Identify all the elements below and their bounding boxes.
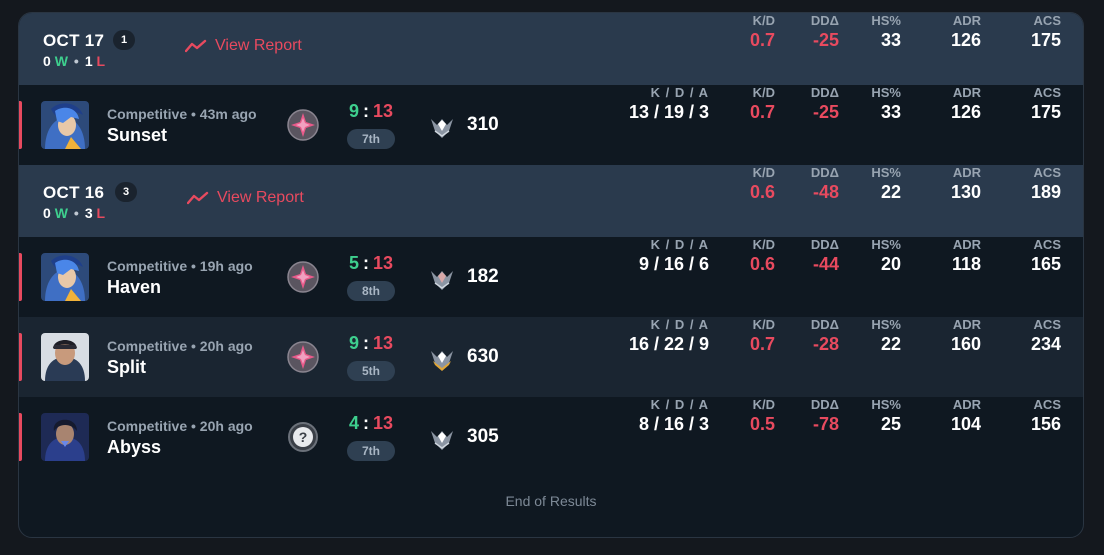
match-hs: HS% 33: [871, 85, 901, 122]
agent-avatar: [41, 333, 89, 381]
match-mode-time: Competitive • 43m ago: [107, 106, 257, 122]
day-acs: ACS 175: [1030, 13, 1061, 50]
rr-icon: [427, 263, 457, 293]
kda: K / D / A 13 / 19 / 3: [628, 85, 709, 122]
end-of-results: End of Results: [505, 493, 597, 509]
match-kd: K/D 0.5: [749, 397, 775, 434]
rr-icon: [427, 343, 457, 373]
kda: K / D / A9 / 16 / 6: [638, 237, 709, 274]
kda: K / D / A8 / 16 / 3: [638, 397, 709, 434]
match-row-sunset[interactable]: Competitive • 43m ago Sunset 9:13 7th 31…: [19, 85, 1083, 165]
trend-icon: [185, 39, 207, 53]
match-dd: DDΔ -78: [810, 397, 839, 434]
loss-indicator: [19, 413, 22, 461]
rank-icon: [287, 341, 319, 373]
match-mode-time: Competitive • 20h ago: [107, 338, 253, 354]
win-loss-summary: 0 W • 1 L: [43, 53, 106, 69]
match-adr: ADR 104: [950, 397, 981, 434]
match-acs: ACS 234: [1030, 317, 1061, 354]
day-kd: K/D 0.6: [749, 165, 775, 202]
match-count-badge: 1: [113, 30, 135, 50]
match-score: 9:13: [348, 101, 394, 121]
match-dd: DDΔ -28: [810, 317, 839, 354]
match-acs: ACS 175: [1030, 85, 1061, 122]
match-hs: HS% 20: [871, 237, 901, 274]
match-score: 9:13: [348, 333, 394, 353]
rank-icon: [287, 109, 319, 141]
day-adr: ADR 130: [950, 165, 981, 202]
match-kd: K/D 0.7: [749, 85, 775, 122]
map-name: Sunset: [107, 125, 168, 145]
map-name: Haven: [107, 277, 162, 297]
placement-badge: 5th: [347, 361, 395, 381]
loss-indicator: [19, 333, 22, 381]
map-name: Abyss: [107, 437, 162, 457]
match-kd: K/D 0.7: [749, 317, 775, 354]
win-loss-summary: 0 W • 3 L: [43, 205, 106, 221]
view-report-link[interactable]: View Report: [187, 189, 304, 207]
day-kd: K/D 0.7: [749, 13, 775, 50]
day-header-oct17: OCT 17 1 0 W • 1 L View Report K/D 0.7 DDΔ -…: [19, 13, 1083, 85]
match-history-panel: OCT 17 1 0 W • 1 L View Report K/D 0.7 DDΔ -…: [18, 12, 1084, 538]
match-row-split[interactable]: Competitive • 20h ago Split 9:13 5th 630…: [19, 317, 1083, 397]
match-mode-time: Competitive • 20h ago: [107, 418, 253, 434]
match-adr: ADR 118: [951, 237, 981, 274]
svg-text:?: ?: [299, 429, 308, 445]
map-name: Split: [107, 357, 146, 377]
match-row-abyss[interactable]: Competitive • 20h ago Abyss ? 4:13 7th 3…: [19, 397, 1083, 477]
rr-value: 630: [467, 346, 499, 367]
trend-icon: [187, 191, 209, 205]
day-hs: HS% 22: [871, 165, 901, 202]
loss-indicator: [19, 101, 22, 149]
agent-avatar: [41, 413, 89, 461]
day-acs: ACS 189: [1030, 165, 1061, 202]
day-date: OCT 16: [43, 183, 105, 202]
day-dd: DDΔ -48: [810, 165, 839, 202]
match-hs: HS% 22: [871, 317, 901, 354]
rr-value: 310: [467, 114, 499, 135]
rr-value: 305: [467, 426, 499, 447]
day-date: OCT 17: [43, 31, 105, 50]
day-header-oct16: OCT 16 3 0 W • 3 L View Report K/D 0.6 DDΔ -…: [19, 165, 1083, 237]
match-adr: ADR 126: [950, 85, 981, 122]
view-report-link[interactable]: View Report: [185, 37, 302, 55]
match-acs: ACS 165: [1030, 237, 1061, 274]
rank-icon: [287, 261, 319, 293]
match-dd: DDΔ -25: [810, 85, 839, 122]
agent-avatar: [41, 101, 89, 149]
day-adr: ADR 126: [950, 13, 981, 50]
day-hs: HS% 33: [871, 13, 901, 50]
rr-value: 182: [467, 266, 499, 287]
unranked-question-icon: ?: [287, 421, 319, 453]
match-hs: HS% 25: [871, 397, 901, 434]
placement-badge: 7th: [347, 441, 395, 461]
match-mode-time: Competitive • 19h ago: [107, 258, 253, 274]
match-score: 4:13: [348, 413, 394, 433]
rr-icon: [427, 423, 457, 453]
match-score: 5:13: [348, 253, 394, 273]
placement-badge: 7th: [347, 129, 395, 149]
match-count-badge: 3: [115, 182, 137, 202]
match-kd: K/D 0.6: [749, 237, 775, 274]
match-acs: ACS 156: [1030, 397, 1061, 434]
kda: K / D / A 16 / 22 / 9: [628, 317, 709, 354]
day-dd: DDΔ -25: [810, 13, 839, 50]
match-adr: ADR 160: [950, 317, 981, 354]
match-row-haven[interactable]: Competitive • 19h ago Haven 5:13 8th 182…: [19, 237, 1083, 317]
agent-avatar: [41, 253, 89, 301]
match-dd: DDΔ -44: [810, 237, 839, 274]
loss-indicator: [19, 253, 22, 301]
rr-icon: [427, 111, 457, 141]
placement-badge: 8th: [347, 281, 395, 301]
